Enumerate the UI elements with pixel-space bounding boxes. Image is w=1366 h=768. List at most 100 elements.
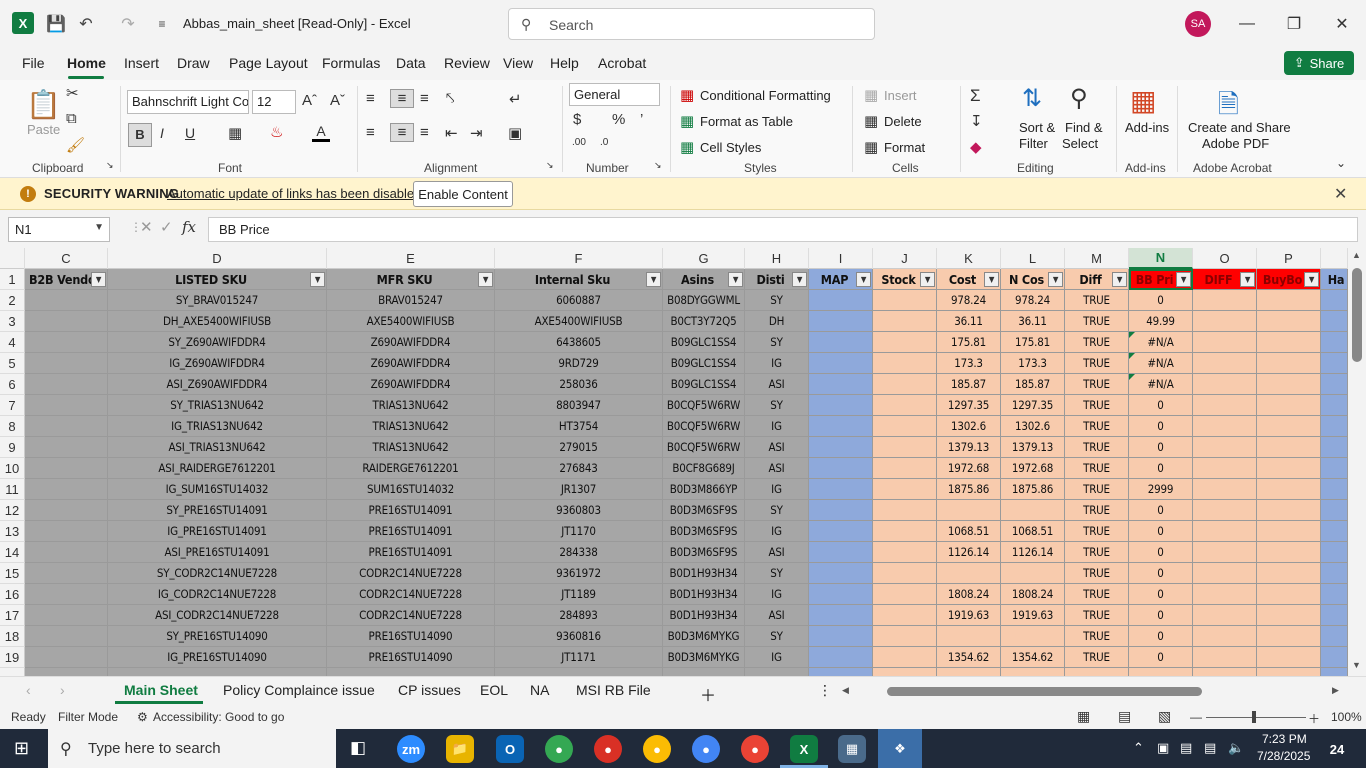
filter-dropdown-icon[interactable]: ▼ (646, 271, 661, 287)
table-cell[interactable] (1321, 374, 1348, 395)
currency-icon[interactable]: $ (573, 111, 581, 128)
table-cell[interactable] (1321, 395, 1348, 416)
decrease-font-icon[interactable]: Aˇ (330, 92, 345, 109)
table-cell[interactable] (1193, 563, 1257, 584)
close-icon[interactable]: ✕ (1334, 184, 1347, 204)
share-button[interactable]: ⇪ Share (1284, 51, 1354, 75)
table-cell[interactable]: TRUE (1065, 647, 1129, 668)
table-cell[interactable] (1193, 374, 1257, 395)
table-cell[interactable]: 1302.6 (937, 416, 1001, 437)
table-cell[interactable] (1321, 311, 1348, 332)
table-header-cell[interactable]: MFR SKU ▼ (327, 269, 495, 290)
delete-cells-icon[interactable]: ▦ (864, 112, 878, 130)
zoom-level[interactable]: 100% (1331, 710, 1362, 724)
table-cell[interactable]: 173.3 (937, 353, 1001, 374)
column-header-e[interactable]: E (327, 248, 495, 269)
cell-styles-icon[interactable]: ▦ (680, 138, 694, 156)
table-cell[interactable] (1321, 563, 1348, 584)
zoom-out-icon[interactable]: — (1190, 710, 1202, 724)
row-header[interactable]: 9 (0, 437, 25, 458)
table-cell[interactable] (809, 647, 873, 668)
table-cell[interactable] (1193, 395, 1257, 416)
tab-home[interactable]: Home (67, 55, 106, 71)
filter-dropdown-icon[interactable]: ▼ (792, 271, 807, 287)
table-cell[interactable] (809, 605, 873, 626)
comma-style-icon[interactable]: ’ (640, 111, 643, 128)
table-cell[interactable] (1257, 521, 1321, 542)
table-cell[interactable]: SY (745, 290, 809, 311)
find-select-button-line2[interactable]: Select (1062, 136, 1098, 151)
table-cell[interactable]: AXE5400WIFIUSB (495, 311, 663, 332)
table-cell[interactable]: AXE5400WIFIUSB (327, 311, 495, 332)
table-cell[interactable] (873, 542, 937, 563)
table-cell[interactable] (25, 563, 108, 584)
table-cell[interactable] (1321, 416, 1348, 437)
normal-view-icon[interactable]: ▦ (1077, 708, 1090, 725)
table-cell[interactable] (809, 542, 873, 563)
table-cell[interactable]: TRUE (1065, 542, 1129, 563)
increase-font-icon[interactable]: Aˆ (302, 92, 317, 109)
table-cell[interactable]: 8803947 (495, 395, 663, 416)
column-header-k[interactable]: K (937, 248, 1001, 269)
insert-cells-button[interactable]: Insert (884, 88, 917, 103)
table-cell[interactable] (873, 500, 937, 521)
table-cell[interactable] (809, 626, 873, 647)
table-cell[interactable]: ASI_RAIDERGE7612201 (108, 458, 327, 479)
table-cell[interactable]: 1972.68 (937, 458, 1001, 479)
table-cell[interactable] (1193, 584, 1257, 605)
table-cell[interactable]: IG_PRE16STU14091 (108, 521, 327, 542)
table-cell[interactable]: B0D1H93H34 (663, 605, 745, 626)
table-cell[interactable] (25, 626, 108, 647)
table-cell[interactable]: B09GLC1SS4 (663, 374, 745, 395)
conditional-formatting-button[interactable]: Conditional Formatting (700, 88, 831, 103)
tray-expand-icon[interactable]: ⌃ (1133, 740, 1144, 756)
table-cell[interactable]: 1126.14 (937, 542, 1001, 563)
table-cell[interactable] (809, 521, 873, 542)
table-cell[interactable] (1321, 353, 1348, 374)
table-cell[interactable] (873, 584, 937, 605)
table-cell[interactable] (1193, 500, 1257, 521)
table-cell[interactable] (809, 311, 873, 332)
enter-icon[interactable]: ✓ (160, 218, 173, 236)
table-cell[interactable] (1321, 437, 1348, 458)
table-cell[interactable] (1257, 374, 1321, 395)
table-cell[interactable]: 36.11 (1001, 311, 1065, 332)
table-cell[interactable] (1257, 458, 1321, 479)
merge-center-icon[interactable]: ▣ (508, 124, 522, 142)
table-cell[interactable]: TRIAS13NU642 (327, 437, 495, 458)
more-sheets-icon[interactable]: ⋮ (818, 682, 832, 699)
decrease-decimal-icon[interactable]: .0 (600, 137, 608, 148)
table-cell[interactable]: 1302.6 (1001, 416, 1065, 437)
filter-dropdown-icon[interactable]: ▼ (1240, 271, 1255, 287)
table-cell[interactable]: SY_BRAV015247 (108, 290, 327, 311)
zoom-in-icon[interactable]: ＋ (1308, 710, 1320, 727)
table-cell[interactable]: B0CQF5W6RW (663, 437, 745, 458)
scroll-down-icon[interactable]: ▼ (1352, 660, 1361, 670)
table-cell[interactable] (1257, 584, 1321, 605)
page-layout-view-icon[interactable]: ▤ (1118, 708, 1131, 725)
row-header[interactable]: 5 (0, 353, 25, 374)
horizontal-scrollbar[interactable]: ◀ ▶ (842, 685, 1342, 697)
table-cell[interactable] (1257, 500, 1321, 521)
row-header[interactable]: 3 (0, 311, 25, 332)
sort-filter-button[interactable]: Sort & (1019, 120, 1055, 135)
table-cell[interactable]: SY_PRE16STU14090 (108, 626, 327, 647)
table-cell[interactable] (873, 416, 937, 437)
tray-app-icon[interactable]: ▣ (1157, 740, 1169, 756)
table-cell[interactable]: IG_TRIAS13NU642 (108, 416, 327, 437)
table-cell[interactable]: 0 (1129, 626, 1193, 647)
table-cell[interactable] (25, 395, 108, 416)
sheet-tab-policy[interactable]: Policy Complaince issue (223, 682, 375, 698)
table-cell[interactable] (937, 500, 1001, 521)
table-cell[interactable]: ASI_CODR2C14NUE7228 (108, 605, 327, 626)
table-header-cell[interactable]: DIFF ▼ (1193, 269, 1257, 290)
table-cell[interactable]: TRUE (1065, 290, 1129, 311)
table-cell[interactable]: PRE16STU14090 (327, 626, 495, 647)
format-painter-icon[interactable]: 🖌 (66, 136, 85, 154)
tab-page-layout[interactable]: Page Layout (229, 55, 308, 71)
table-cell[interactable]: B0D3M6SF9S (663, 542, 745, 563)
table-cell[interactable]: 1297.35 (1001, 395, 1065, 416)
row-header[interactable]: 12 (0, 500, 25, 521)
table-cell[interactable]: B0CT3Y72Q5 (663, 311, 745, 332)
sort-filter-button-line2[interactable]: Filter (1019, 136, 1048, 151)
